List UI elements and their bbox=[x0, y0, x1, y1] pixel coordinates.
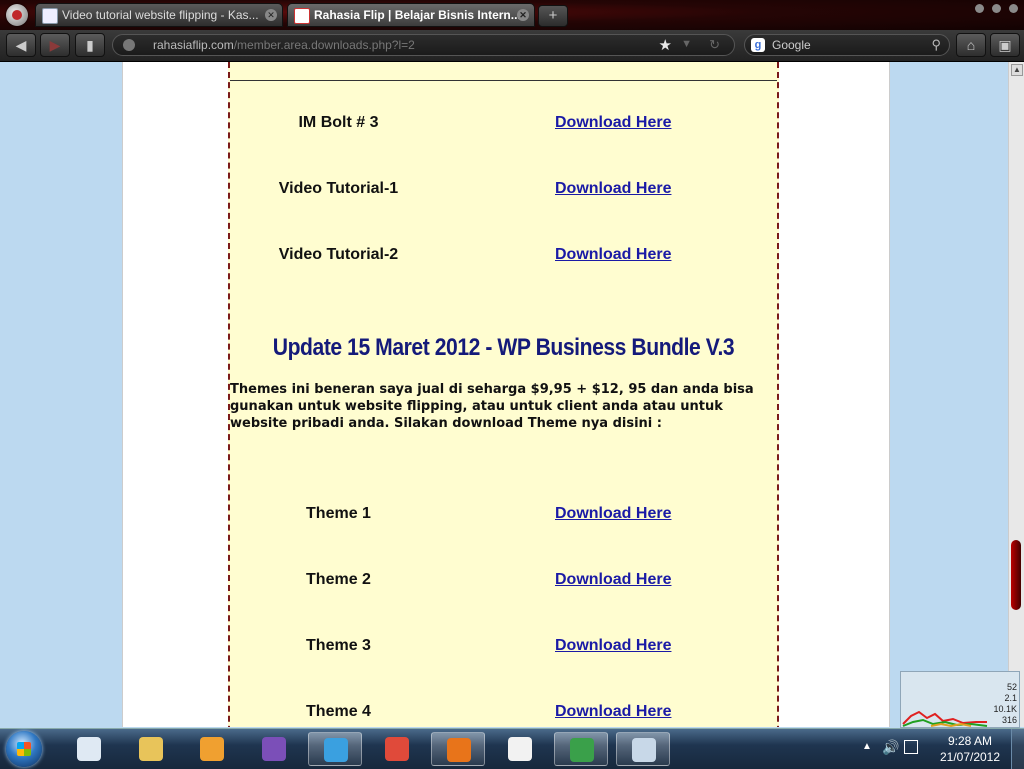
url-host: rahasiaflip.com bbox=[153, 38, 234, 52]
stat-value: 10.1K bbox=[993, 704, 1017, 714]
performance-monitor-icon bbox=[77, 737, 101, 761]
site-identity-icon[interactable] bbox=[123, 39, 135, 51]
download-item-name: IM Bolt # 3 bbox=[298, 114, 379, 131]
reload-icon[interactable]: ↻ bbox=[709, 37, 720, 53]
network-stats: 52 2.1 10.1K 316 bbox=[993, 682, 1017, 726]
forward-button[interactable]: ▶ bbox=[40, 33, 70, 57]
download-row: Theme 3 Download Here bbox=[230, 637, 777, 661]
system-tray: ▲ 🔊 9:28 AM 21/07/2012 bbox=[854, 729, 1024, 769]
download-row: Video Tutorial-2 Download Here bbox=[230, 246, 777, 270]
download-link[interactable]: Download Here bbox=[555, 505, 671, 523]
stat-value: 316 bbox=[1001, 715, 1017, 725]
stat-value: 2.1 bbox=[1004, 693, 1017, 703]
download-link[interactable]: Download Here bbox=[555, 703, 671, 721]
update-description: Themes ini beneran saya jual di seharga … bbox=[230, 382, 754, 431]
window-controls bbox=[975, 4, 1018, 13]
address-bar[interactable]: rahasiaflip.com/member.area.downloads.ph… bbox=[112, 34, 735, 56]
vertical-scrollbar[interactable]: ▲ bbox=[1008, 62, 1024, 727]
back-button[interactable]: ◀ bbox=[6, 33, 36, 57]
taskbar-internet-download-manager-button[interactable] bbox=[554, 732, 608, 766]
clock-time: 9:28 AM bbox=[947, 734, 993, 748]
toolbar-menu-button[interactable]: ▣ bbox=[990, 33, 1020, 57]
taskbar-chrome-button[interactable] bbox=[370, 732, 424, 766]
windows-taskbar: ▲ 🔊 9:28 AM 21/07/2012 bbox=[0, 728, 1024, 769]
download-item-name: Theme 1 bbox=[306, 505, 371, 522]
scrollbar-thumb[interactable] bbox=[1011, 540, 1021, 610]
network-icon[interactable] bbox=[904, 740, 918, 754]
download-link[interactable]: Download Here bbox=[555, 571, 671, 589]
scroll-up-icon[interactable]: ▲ bbox=[1011, 64, 1023, 76]
media-player-icon bbox=[200, 737, 224, 761]
download-link[interactable]: Download Here bbox=[555, 114, 671, 132]
stats-icon[interactable]: ▮ bbox=[75, 33, 105, 57]
history-dropdown-icon[interactable]: ▼ bbox=[681, 38, 692, 50]
download-item-name: Theme 2 bbox=[306, 571, 371, 588]
internet-download-manager-icon bbox=[570, 738, 594, 762]
paint-icon bbox=[632, 738, 656, 762]
new-tab-button[interactable]: + bbox=[538, 5, 568, 27]
minimize-icon[interactable] bbox=[975, 4, 984, 13]
update-heading: Update 15 Maret 2012 - WP Business Bundl… bbox=[272, 334, 735, 361]
download-link[interactable]: Download Here bbox=[555, 637, 671, 655]
taskbar-twitter-button[interactable] bbox=[308, 732, 362, 766]
smartfren-icon bbox=[508, 737, 532, 761]
stat-value: 52 bbox=[1006, 682, 1017, 692]
taskbar-media-player-button[interactable] bbox=[185, 732, 239, 766]
download-row: Theme 1 Download Here bbox=[230, 505, 777, 529]
taskbar-firefox-button[interactable] bbox=[431, 732, 485, 766]
visual-studio-icon bbox=[262, 737, 286, 761]
download-row: Theme 2 Download Here bbox=[230, 571, 777, 595]
home-button[interactable]: ⌂ bbox=[956, 33, 986, 57]
download-row: Theme 4 Download Here bbox=[230, 703, 777, 727]
site-favicon-icon bbox=[42, 8, 58, 24]
twitter-icon bbox=[324, 738, 348, 762]
taskbar-paint-button[interactable] bbox=[616, 732, 670, 766]
url-text: rahasiaflip.com/member.area.downloads.ph… bbox=[153, 38, 415, 52]
taskbar-visual-studio-button[interactable] bbox=[247, 732, 301, 766]
google-icon[interactable]: g bbox=[751, 38, 765, 52]
download-item-name: Theme 3 bbox=[306, 637, 371, 654]
tab-bar: Video tutorial website flipping - Kas...… bbox=[0, 0, 1024, 30]
show-desktop-button[interactable] bbox=[1011, 729, 1024, 769]
start-button-icon[interactable] bbox=[6, 731, 42, 767]
tab-close-icon[interactable]: ✕ bbox=[265, 9, 277, 21]
tab-close-icon[interactable]: ✕ bbox=[517, 9, 529, 21]
divider bbox=[230, 80, 777, 81]
maximize-icon[interactable] bbox=[992, 4, 1001, 13]
download-link[interactable]: Download Here bbox=[555, 180, 671, 198]
downloads-content-box: IM Bolt # 3 Download Here Video Tutorial… bbox=[228, 62, 779, 727]
network-meter-widget: 52 2.1 10.1K 316 bbox=[900, 671, 1020, 728]
download-row: IM Bolt # 3 Download Here bbox=[230, 114, 777, 138]
show-hidden-icons-icon[interactable]: ▲ bbox=[862, 741, 872, 752]
close-window-icon[interactable] bbox=[1009, 4, 1018, 13]
tab-rahasia-flip[interactable]: Rahasia Flip | Belajar Bisnis Intern... … bbox=[287, 3, 535, 27]
firefox-menu-icon[interactable] bbox=[6, 4, 28, 26]
search-bar[interactable]: g Google ⚲ bbox=[744, 34, 950, 56]
clock[interactable]: 9:28 AM 21/07/2012 bbox=[926, 733, 1014, 765]
search-input[interactable]: Google bbox=[772, 38, 811, 52]
url-path: /member.area.downloads.php?l=2 bbox=[233, 38, 415, 52]
firefox-icon bbox=[447, 738, 471, 762]
tab-title: Video tutorial website flipping - Kas... bbox=[62, 8, 259, 22]
navigation-toolbar: ◀ ▶ ▮ rahasiaflip.com/member.area.downlo… bbox=[0, 30, 1024, 62]
taskbar-smartfren-button[interactable] bbox=[493, 732, 547, 766]
search-icon[interactable]: ⚲ bbox=[931, 37, 941, 53]
page-viewport: IM Bolt # 3 Download Here Video Tutorial… bbox=[0, 62, 1008, 727]
bookmark-star-icon[interactable]: ★ bbox=[659, 36, 672, 54]
tab-video-tutorial[interactable]: Video tutorial website flipping - Kas...… bbox=[35, 3, 283, 27]
explorer-icon bbox=[139, 737, 163, 761]
download-item-name: Theme 4 bbox=[306, 703, 371, 720]
taskbar-explorer-button[interactable] bbox=[124, 732, 178, 766]
download-item-name: Video Tutorial-2 bbox=[278, 246, 399, 263]
taskbar-performance-monitor-button[interactable] bbox=[62, 732, 116, 766]
tab-title: Rahasia Flip | Belajar Bisnis Intern... bbox=[314, 8, 521, 22]
site-favicon-icon bbox=[294, 8, 310, 24]
download-item-name: Video Tutorial-1 bbox=[278, 180, 399, 197]
volume-icon[interactable]: 🔊 bbox=[882, 739, 899, 756]
clock-date: 21/07/2012 bbox=[939, 750, 1001, 764]
download-row: Video Tutorial-1 Download Here bbox=[230, 180, 777, 204]
chrome-icon bbox=[385, 737, 409, 761]
download-link[interactable]: Download Here bbox=[555, 246, 671, 264]
